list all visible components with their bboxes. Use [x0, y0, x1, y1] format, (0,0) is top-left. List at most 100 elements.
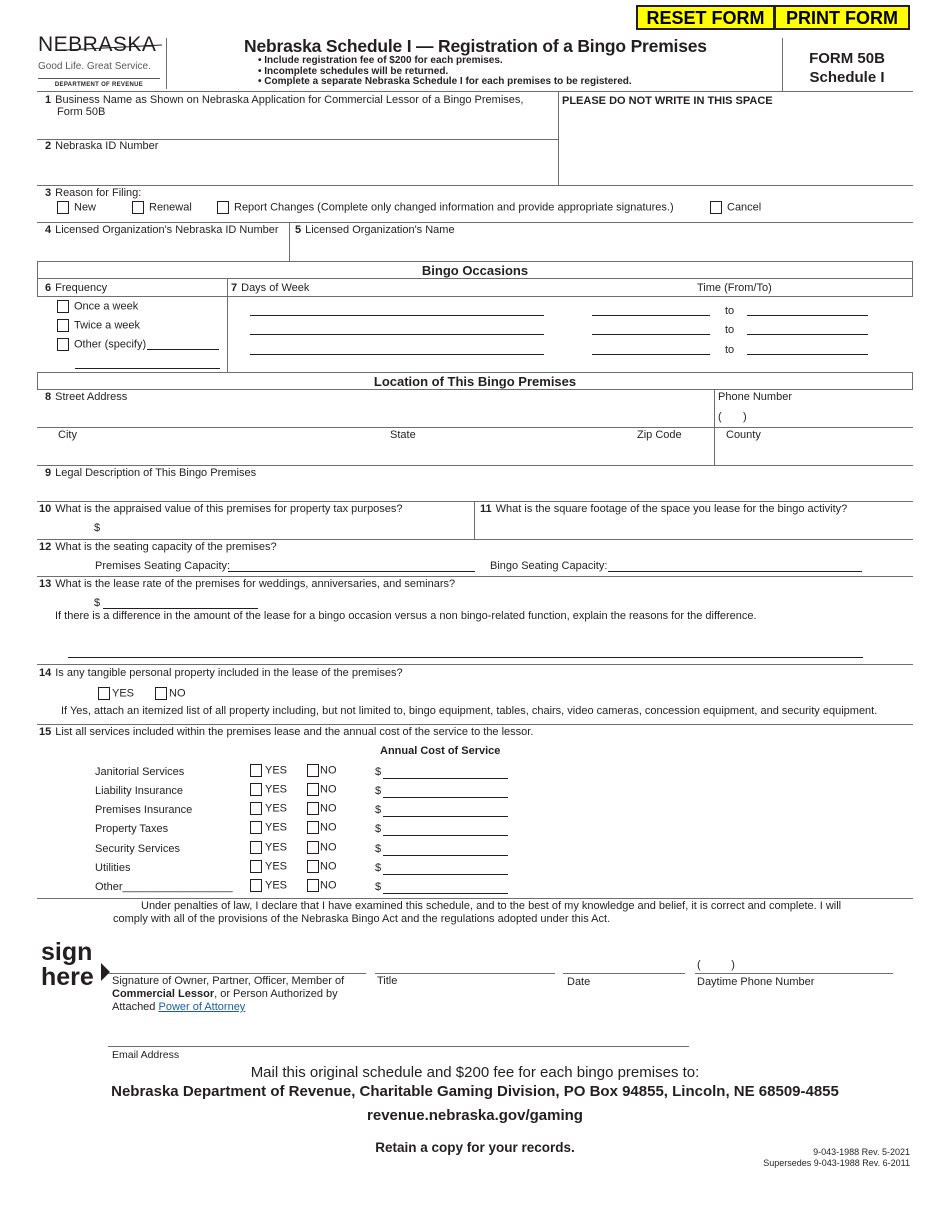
reason-report-changes[interactable]: Report Changes (Complete only changed in…	[217, 201, 674, 214]
freq-other-line-2[interactable]	[75, 368, 220, 369]
location-heading: Location of This Bingo Premises	[37, 372, 913, 390]
time-from-line-2[interactable]	[592, 334, 710, 335]
service-yes-checkbox[interactable]	[250, 783, 262, 796]
field-15-label: 15 List all services included within the …	[39, 726, 534, 738]
bingo-seating-line[interactable]	[608, 571, 862, 572]
freq-once[interactable]: Once a week	[57, 300, 138, 313]
print-form-button[interactable]: PRINT FORM	[774, 5, 910, 30]
service-cost-line[interactable]	[383, 816, 508, 817]
service-cost-line[interactable]	[383, 874, 508, 875]
service-yes[interactable]: YES	[250, 841, 287, 854]
service-no[interactable]: NO	[307, 879, 337, 892]
days-line-1[interactable]	[250, 315, 544, 316]
bingo-occasions-heading: Bingo Occasions	[37, 261, 913, 279]
time-from-line-3[interactable]	[592, 354, 710, 355]
service-yes-checkbox[interactable]	[250, 764, 262, 777]
service-yes[interactable]: YES	[250, 860, 287, 873]
service-yes-checkbox[interactable]	[250, 879, 262, 892]
org-name-input[interactable]	[295, 240, 909, 258]
reason-new[interactable]: New	[57, 201, 96, 214]
power-of-attorney-link[interactable]: Power of Attorney	[158, 1001, 245, 1013]
service-yes-checkbox[interactable]	[250, 841, 262, 854]
service-yes[interactable]: YES	[250, 879, 287, 892]
org-id-input[interactable]	[45, 240, 289, 258]
service-yes-checkbox[interactable]	[250, 860, 262, 873]
date-line[interactable]	[563, 973, 685, 974]
time-from-line-1[interactable]	[592, 315, 710, 316]
service-no-checkbox[interactable]	[307, 783, 319, 796]
nebraska-logo: NEBRASKA Good Life. Great Service. DEPAR…	[38, 34, 164, 88]
freq-once-checkbox[interactable]	[57, 300, 69, 313]
time-to-line-2[interactable]	[747, 334, 868, 335]
reason-new-checkbox[interactable]	[57, 201, 69, 214]
reason-renewal-checkbox[interactable]	[132, 201, 144, 214]
daytime-phone-line[interactable]	[695, 973, 893, 974]
service-yes[interactable]: YES	[250, 783, 287, 796]
service-no-checkbox[interactable]	[307, 821, 319, 834]
service-yes-checkbox[interactable]	[250, 802, 262, 815]
service-yes-checkbox[interactable]	[250, 821, 262, 834]
phone-divider	[714, 390, 715, 466]
service-no-checkbox[interactable]	[307, 879, 319, 892]
street-address-input[interactable]	[57, 407, 701, 425]
email-line[interactable]	[108, 1046, 689, 1047]
reset-form-button[interactable]: RESET FORM	[636, 5, 775, 30]
county-input[interactable]	[726, 445, 910, 463]
reason-renewal[interactable]: Renewal	[132, 201, 192, 214]
days-line-2[interactable]	[250, 334, 544, 335]
service-no[interactable]: NO	[307, 841, 337, 854]
service-cost-line[interactable]	[383, 835, 508, 836]
lease-rate-line[interactable]	[103, 608, 258, 609]
service-cost-line[interactable]	[383, 778, 508, 779]
reason-cancel[interactable]: Cancel	[710, 201, 761, 214]
square-footage-input[interactable]	[495, 520, 899, 538]
rule-f15	[37, 898, 913, 899]
signature-line[interactable]	[108, 973, 366, 974]
business-name-input[interactable]	[57, 120, 551, 138]
reason-cancel-checkbox[interactable]	[710, 201, 722, 214]
service-cost-line[interactable]	[383, 797, 508, 798]
premises-seating-line[interactable]	[228, 571, 475, 572]
service-no[interactable]: NO	[307, 783, 337, 796]
service-row: Security Services YES NO $	[95, 841, 515, 859]
service-no[interactable]: NO	[307, 764, 337, 777]
time-to-line-1[interactable]	[747, 315, 868, 316]
service-no[interactable]: NO	[307, 860, 337, 873]
freq-twice-checkbox[interactable]	[57, 319, 69, 332]
service-yes[interactable]: YES	[250, 821, 287, 834]
service-no-checkbox[interactable]	[307, 802, 319, 815]
freq-other-checkbox[interactable]	[57, 338, 69, 351]
service-no[interactable]: NO	[307, 821, 337, 834]
sig-label-line-1: Signature of Owner, Partner, Officer, Me…	[112, 975, 345, 987]
days-line-3[interactable]	[250, 354, 544, 355]
service-yes[interactable]: YES	[250, 764, 287, 777]
legal-description-input[interactable]	[57, 483, 901, 501]
date-label: Date	[567, 976, 591, 988]
property-yes-checkbox[interactable]	[98, 687, 110, 700]
service-no[interactable]: NO	[307, 802, 337, 815]
property-yes[interactable]: YES	[98, 687, 134, 700]
service-no-checkbox[interactable]	[307, 841, 319, 854]
nebraska-id-input[interactable]	[57, 160, 551, 178]
service-row: Janitorial Services YES NO $	[95, 764, 515, 782]
explain-line[interactable]	[68, 657, 863, 658]
reason-report-changes-checkbox[interactable]	[217, 201, 229, 214]
freq-other[interactable]: Other (specify)	[57, 338, 146, 351]
state-input[interactable]	[390, 445, 624, 463]
freq-twice[interactable]: Twice a week	[57, 319, 140, 332]
service-name: Security Services	[95, 843, 180, 855]
property-no-checkbox[interactable]	[155, 687, 167, 700]
title-line[interactable]	[375, 973, 555, 974]
appraised-value-input[interactable]	[104, 520, 458, 538]
property-no[interactable]: NO	[155, 687, 186, 700]
zip-input[interactable]	[637, 445, 713, 463]
time-to-line-3[interactable]	[747, 354, 868, 355]
service-no-checkbox[interactable]	[307, 860, 319, 873]
service-yes[interactable]: YES	[250, 802, 287, 815]
service-cost-line[interactable]	[383, 855, 508, 856]
service-no-checkbox[interactable]	[307, 764, 319, 777]
service-cost-line[interactable]	[383, 893, 508, 894]
freq-other-line-1[interactable]	[147, 349, 219, 350]
phone-parens[interactable]: ( )	[718, 411, 747, 423]
city-input[interactable]	[58, 445, 382, 463]
